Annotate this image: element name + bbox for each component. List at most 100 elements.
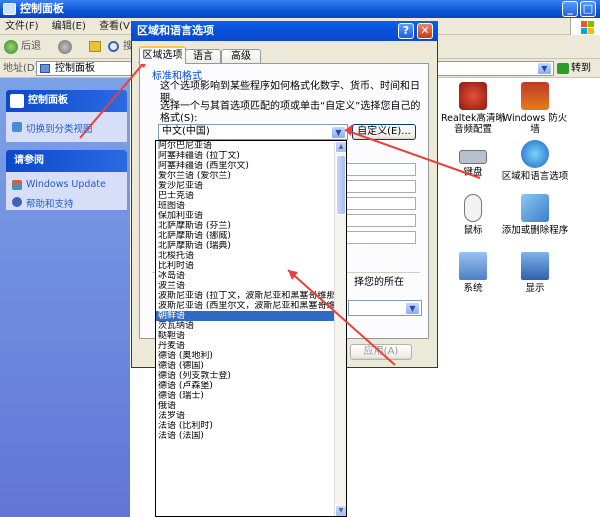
minimize-button[interactable]: _ <box>562 1 578 17</box>
programs-icon <box>521 194 549 222</box>
back-label[interactable]: 后退 <box>21 35 41 59</box>
help-support-link[interactable]: 帮助和支持 <box>6 193 127 213</box>
language-option[interactable]: 茨瓦纳语 <box>156 321 346 331</box>
menu-file[interactable]: 文件(F) <box>0 18 44 35</box>
windows-update-link[interactable]: Windows Update <box>6 176 127 193</box>
control-panel-icon <box>10 94 24 108</box>
sample-field <box>340 214 416 227</box>
sample-field <box>340 163 416 176</box>
dialog-title: 区域和语言选项 <box>137 24 214 37</box>
language-option[interactable]: 波兰语 <box>156 281 346 291</box>
up-folder-icon[interactable] <box>89 41 101 52</box>
folder-icon <box>40 64 50 73</box>
sample-field <box>340 197 416 210</box>
language-option[interactable]: 朝鲜语 <box>156 311 346 321</box>
dropdown-scrollbar[interactable]: ▲ ▼ <box>334 141 346 516</box>
help-button[interactable]: ? <box>398 23 414 39</box>
language-option[interactable]: 鞑靼语 <box>156 331 346 341</box>
icon-display[interactable]: 显示 <box>500 252 570 294</box>
language-option[interactable]: 北萨摩斯语 (挪威) <box>156 231 346 241</box>
language-option[interactable]: 法罗语 <box>156 411 346 421</box>
windows-update-icon <box>12 180 22 190</box>
combobox-dropdown-icon[interactable]: ▼ <box>331 126 346 139</box>
location-combobox[interactable]: ▼ <box>348 300 422 316</box>
language-option[interactable]: 阿塞拜疆语 (拉丁文) <box>156 151 346 161</box>
display-icon <box>521 252 549 280</box>
language-option[interactable]: 阿塞拜疆语 (西里尔文) <box>156 161 346 171</box>
language-option[interactable]: 德语 (列支敦士登) <box>156 371 346 381</box>
computer-icon <box>459 252 487 280</box>
language-option[interactable]: 阿尔巴尼亚语 <box>156 141 346 151</box>
icon-add-remove-programs[interactable]: 添加或删除程序 <box>500 194 570 236</box>
icon-system[interactable]: 系统 <box>438 252 508 294</box>
category-view-icon <box>12 122 22 132</box>
customize-button[interactable]: 自定义(E)... <box>352 124 416 140</box>
language-option[interactable]: 巴士克语 <box>156 191 346 201</box>
language-option[interactable]: 法语 (法国) <box>156 431 346 441</box>
control-panel-icon <box>3 3 16 15</box>
language-option[interactable]: 德语 (德国) <box>156 361 346 371</box>
back-icon[interactable] <box>4 40 18 54</box>
location-dropdown-icon[interactable]: ▼ <box>405 302 420 315</box>
icon-realtek-audio[interactable]: Realtek高清晰音频配置 <box>438 82 508 135</box>
format-combobox-value: 中文(中国) <box>162 126 210 137</box>
icon-keyboard[interactable]: 键盘 <box>438 140 508 178</box>
language-option[interactable]: 北梭托语 <box>156 251 346 261</box>
scroll-down-icon[interactable]: ▼ <box>335 505 346 516</box>
firewall-icon <box>521 82 549 110</box>
icon-mouse[interactable]: 鼠标 <box>438 194 508 236</box>
language-option[interactable]: 俄语 <box>156 401 346 411</box>
icon-windows-firewall[interactable]: Windows 防火墙 <box>500 82 570 135</box>
mouse-icon <box>464 194 482 222</box>
see-also-title: 请参阅 <box>6 150 127 172</box>
language-option[interactable]: 德语 (卢森堡) <box>156 381 346 391</box>
language-option[interactable]: 波斯尼亚语 (拉丁文，波斯尼亚和黑塞哥维那) <box>156 291 346 301</box>
task-pane: 控制面板 切换到分类视图 请参阅 Windows Update 帮助和支持 <box>0 78 130 517</box>
sample-field <box>340 231 416 244</box>
address-dropdown-icon[interactable]: ▼ <box>537 62 552 75</box>
globe-icon <box>521 140 549 168</box>
close-button[interactable]: ✕ <box>417 23 433 39</box>
language-option[interactable]: 丹麦语 <box>156 341 346 351</box>
language-option[interactable]: 德语 (奥地利) <box>156 351 346 361</box>
scroll-thumb[interactable] <box>336 155 346 215</box>
language-option[interactable]: 班图语 <box>156 201 346 211</box>
language-option[interactable]: 冰岛语 <box>156 271 346 281</box>
maximize-button[interactable]: □ <box>580 1 596 17</box>
language-option[interactable]: 波斯尼亚语 (西里尔文，波斯尼亚和黑塞哥维那) <box>156 301 346 311</box>
speaker-icon <box>459 82 487 110</box>
menu-edit[interactable]: 编辑(E) <box>47 18 91 35</box>
panel-title: 控制面板 <box>6 90 127 112</box>
see-also-box: 请参阅 Windows Update 帮助和支持 <box>6 150 127 210</box>
tab-regional-options[interactable]: 区域选项 <box>139 46 186 64</box>
language-option[interactable]: 比利时语 <box>156 261 346 271</box>
control-panel-box: 控制面板 切换到分类视图 <box>6 90 127 142</box>
address-value: 控制面板 <box>55 63 95 74</box>
tab-languages[interactable]: 语言 <box>185 49 221 64</box>
formats-prompt: 选择一个与其首选项匹配的项或单击“自定义”选择您自己的格式(S): <box>160 101 421 124</box>
language-option[interactable]: 北萨摩斯语 (瑞典) <box>156 241 346 251</box>
language-dropdown-list[interactable]: 阿尔巴尼亚语 阿塞拜疆语 (拉丁文) 阿塞拜疆语 (西里尔文) 爱尔兰语 (爱尔兰) 爱… <box>155 140 347 517</box>
apply-button[interactable]: 应用(A) <box>350 344 412 360</box>
icon-regional-language[interactable]: 区域和语言选项 <box>500 140 570 182</box>
forward-icon[interactable] <box>58 40 72 54</box>
address-label: 地址(D) <box>3 63 39 74</box>
scroll-up-icon[interactable]: ▲ <box>335 141 346 153</box>
language-option[interactable]: 保加利亚语 <box>156 211 346 221</box>
language-option[interactable]: 德语 (瑞士) <box>156 391 346 401</box>
windows-logo-icon <box>570 18 600 35</box>
go-button[interactable]: 转到 <box>555 60 599 77</box>
dialog-title-bar: 区域和语言选项 ? ✕ <box>131 21 438 41</box>
sample-field <box>340 180 416 193</box>
go-label: 转到 <box>571 63 591 74</box>
language-option[interactable]: 爱沙尼亚语 <box>156 181 346 191</box>
help-icon <box>12 197 22 207</box>
switch-category-view-link[interactable]: 切换到分类视图 <box>6 118 127 138</box>
search-icon[interactable] <box>108 41 119 52</box>
language-option[interactable]: 法语 (比利时) <box>156 421 346 431</box>
language-option[interactable]: 爱尔兰语 (爱尔兰) <box>156 171 346 181</box>
tab-advanced[interactable]: 高级 <box>221 49 261 64</box>
language-option[interactable]: 北萨摩斯语 (芬兰) <box>156 221 346 231</box>
keyboard-icon <box>459 150 487 164</box>
format-combobox[interactable]: 中文(中国) ▼ <box>158 124 348 140</box>
